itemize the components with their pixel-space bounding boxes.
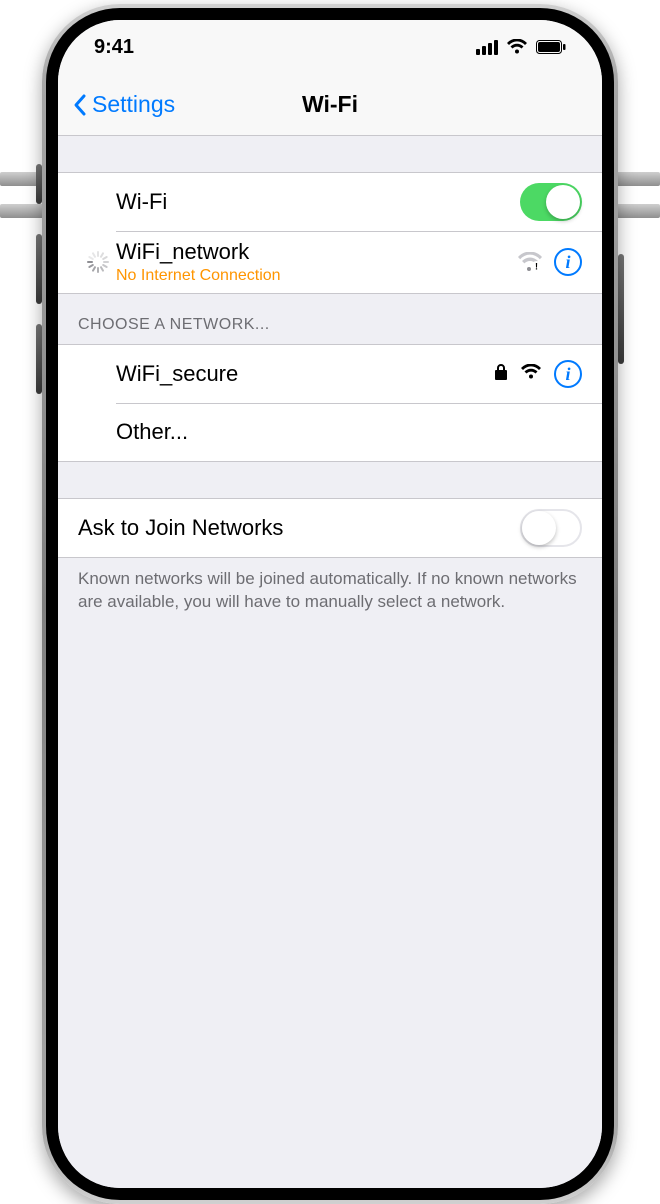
ask-to-join-label: Ask to Join Networks — [78, 515, 520, 541]
settings-content: Wi-Fi — [58, 136, 602, 1188]
navigation-bar: Settings Wi-Fi — [58, 74, 602, 136]
current-network-row[interactable]: WiFi_network No Internet Connection — [58, 231, 602, 293]
network-name: WiFi_secure — [116, 361, 494, 387]
wifi-toggle-row: Wi-Fi — [58, 173, 602, 231]
loading-spinner-icon — [86, 251, 108, 273]
lock-icon — [494, 363, 508, 386]
network-row[interactable]: WiFi_secure i — [58, 345, 602, 403]
battery-icon — [536, 40, 566, 54]
current-network-status: No Internet Connection — [116, 267, 518, 285]
other-network-label: Other... — [116, 419, 582, 445]
status-bar: 9:41 — [58, 20, 602, 74]
network-info-button[interactable]: i — [554, 248, 582, 276]
wifi-no-internet-icon: ! — [518, 252, 542, 272]
wifi-toggle[interactable] — [520, 183, 582, 221]
network-info-button[interactable]: i — [554, 360, 582, 388]
wifi-toggle-label: Wi-Fi — [116, 189, 520, 215]
svg-text:!: ! — [535, 262, 538, 272]
current-network-name: WiFi_network — [116, 239, 518, 265]
ask-to-join-row: Ask to Join Networks — [58, 499, 602, 557]
ask-to-join-footer: Known networks will be joined automatica… — [58, 558, 602, 636]
page-title: Wi-Fi — [302, 91, 358, 118]
clock: 9:41 — [94, 36, 134, 59]
back-button[interactable]: Settings — [72, 74, 175, 135]
choose-network-header: Choose a Network... — [58, 294, 602, 344]
back-label: Settings — [92, 91, 175, 118]
ask-to-join-toggle[interactable] — [520, 509, 582, 547]
cellular-signal-icon — [476, 40, 498, 55]
other-network-row[interactable]: Other... — [58, 403, 602, 461]
phone-frame: 9:41 — [42, 4, 618, 1204]
side-button — [618, 254, 624, 364]
wifi-signal-icon — [506, 39, 528, 55]
chevron-left-icon — [72, 93, 88, 117]
wifi-signal-icon — [520, 364, 542, 385]
